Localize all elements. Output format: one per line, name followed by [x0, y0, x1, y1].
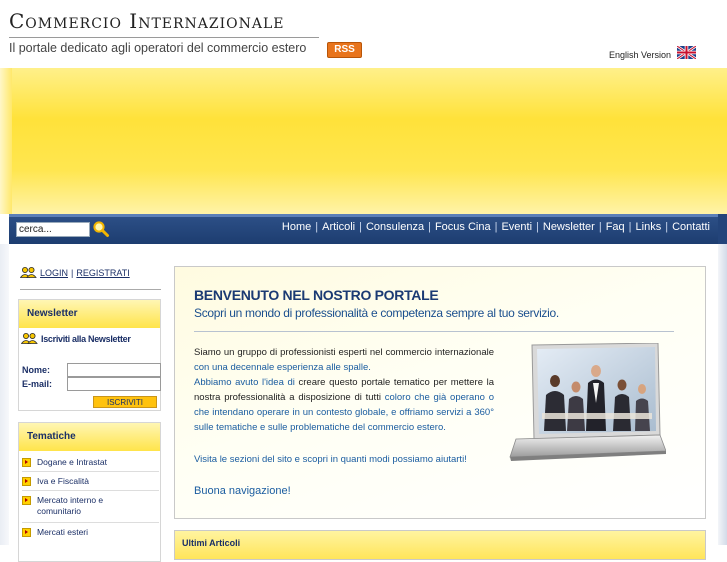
tematiche-item-mercato-interno[interactable]: Mercato interno e comunitario — [22, 495, 159, 517]
intro-paragraph: Siamo un gruppo di professionisti espert… — [194, 345, 494, 375]
laptop-business-image — [509, 343, 666, 461]
name-field[interactable] — [67, 363, 161, 377]
list-divider — [22, 522, 159, 523]
rss-button[interactable]: RSS — [327, 42, 362, 58]
login-separator: | — [71, 267, 74, 278]
nav-home[interactable]: Home — [278, 221, 315, 233]
intro-highlight: con una decennale esperienza alle spalle… — [194, 362, 371, 373]
closing-text: Buona navigazione! — [194, 485, 291, 497]
users-icon — [20, 267, 37, 278]
nav-faq[interactable]: Faq — [602, 221, 629, 233]
search-icon[interactable] — [92, 220, 110, 238]
login-link[interactable]: LOGIN — [40, 268, 68, 278]
nav-focus-cina[interactable]: Focus Cina — [431, 221, 495, 233]
nav-articoli[interactable]: Articoli — [318, 221, 359, 233]
page-margin-left — [0, 244, 9, 545]
title-divider — [9, 37, 319, 38]
email-field[interactable] — [67, 377, 161, 391]
list-divider — [22, 471, 159, 472]
nav-contatti[interactable]: Contatti — [668, 221, 714, 233]
intro-text: Siamo un gruppo di professionisti espert… — [194, 347, 494, 358]
name-label: Nome: — [22, 365, 51, 375]
nav-menu: Home | Articoli | Consulenza | Focus Cina | … — [278, 221, 714, 233]
arrow-bullet-icon — [22, 458, 31, 467]
welcome-divider — [194, 331, 674, 332]
list-divider — [22, 490, 159, 491]
navbar-edge — [718, 214, 727, 244]
tematiche-item-iva[interactable]: Iva e Fiscalità — [22, 476, 159, 487]
uk-flag-icon[interactable] — [677, 46, 696, 59]
banner-edge — [0, 68, 12, 214]
register-link[interactable]: REGISTRATI — [76, 268, 129, 278]
subscribe-button[interactable]: ISCRIVITI — [93, 396, 157, 408]
nav-eventi[interactable]: Eventi — [497, 221, 536, 233]
nav-links[interactable]: Links — [632, 221, 666, 233]
search-input[interactable]: cerca... — [16, 222, 90, 237]
header-banner — [0, 68, 727, 214]
welcome-title: BENVENUTO NEL NOSTRO PORTALE — [194, 287, 439, 303]
tematiche-item-label: Iva e Fiscalità — [37, 476, 89, 486]
tematiche-panel: Tematiche — [18, 422, 161, 562]
arrow-bullet-icon — [22, 528, 31, 537]
email-label: E-mail: — [22, 379, 53, 389]
tematiche-item-label: Mercato interno e comunitario — [37, 495, 104, 516]
newsletter-subscribe-row: Iscriviti alla Newsletter — [21, 333, 131, 344]
tematiche-heading: Tematiche — [19, 423, 160, 451]
visit-paragraph: Visita le sezioni del sito e scopri in q… — [194, 454, 467, 465]
site-tagline: Il portale dedicato agli operatori del c… — [9, 41, 307, 55]
welcome-subtitle: Scopri un mondo di professionalità e com… — [194, 306, 559, 320]
tematiche-item-mercati-esteri[interactable]: Mercati esteri — [22, 527, 159, 538]
english-version-link[interactable]: English Version — [609, 50, 671, 60]
mission-highlight: sulle tematiche e sulle problematiche de… — [194, 422, 446, 433]
newsletter-panel: Newsletter — [18, 299, 161, 411]
login-row: LOGIN | REGISTRATI — [20, 267, 130, 278]
arrow-bullet-icon — [22, 477, 31, 486]
tematiche-item-dogane[interactable]: Dogane e Intrastat — [22, 457, 159, 468]
site-title: Commercio Internazionale — [9, 9, 285, 33]
arrow-bullet-icon — [22, 496, 31, 505]
articles-heading: Ultimi Articoli — [182, 538, 241, 548]
articles-panel — [174, 530, 706, 560]
tematiche-item-label: Dogane e Intrastat — [37, 457, 107, 467]
users-icon — [21, 333, 38, 344]
sidebar-divider — [20, 289, 161, 290]
nav-consulenza[interactable]: Consulenza — [362, 221, 428, 233]
mission-highlight: Abbiamo avuto l'idea di — [194, 377, 295, 388]
page-margin-right — [718, 244, 727, 545]
newsletter-subscribe-link[interactable]: Iscriviti alla Newsletter — [41, 334, 131, 344]
mission-paragraph: Abbiamo avuto l'idea di creare questo po… — [194, 375, 494, 435]
newsletter-heading: Newsletter — [19, 300, 160, 328]
nav-newsletter[interactable]: Newsletter — [539, 221, 599, 233]
tematiche-item-label: Mercati esteri — [37, 527, 89, 537]
